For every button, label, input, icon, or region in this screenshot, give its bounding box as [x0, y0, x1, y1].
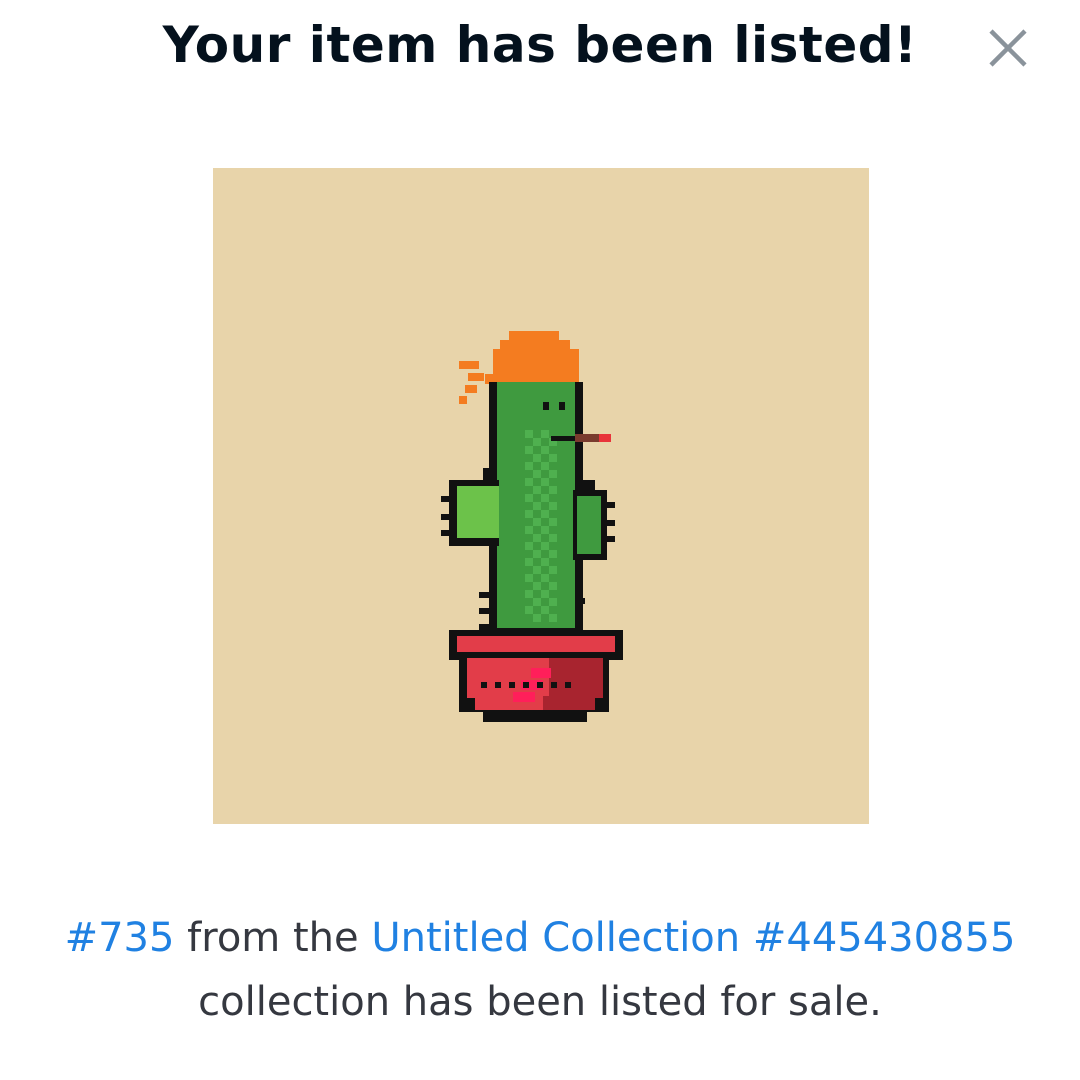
listing-message: #735 from the Untitled Collection #44543… — [0, 906, 1080, 1034]
close-icon — [982, 22, 1034, 74]
item-number-link[interactable]: #735 — [65, 915, 175, 961]
nft-artwork-image[interactable] — [213, 168, 869, 824]
collection-link[interactable]: Untitled Collection #445430855 — [371, 915, 1015, 961]
from-text: from the — [174, 915, 372, 961]
close-button[interactable] — [982, 22, 1034, 74]
listed-for-sale-text: collection has been listed for sale. — [198, 979, 882, 1025]
listing-success-modal: Your item has been listed! #735 from the… — [0, 0, 1080, 1080]
modal-title: Your item has been listed! — [162, 16, 918, 74]
cactus-pixel-art-icon — [441, 331, 623, 722]
